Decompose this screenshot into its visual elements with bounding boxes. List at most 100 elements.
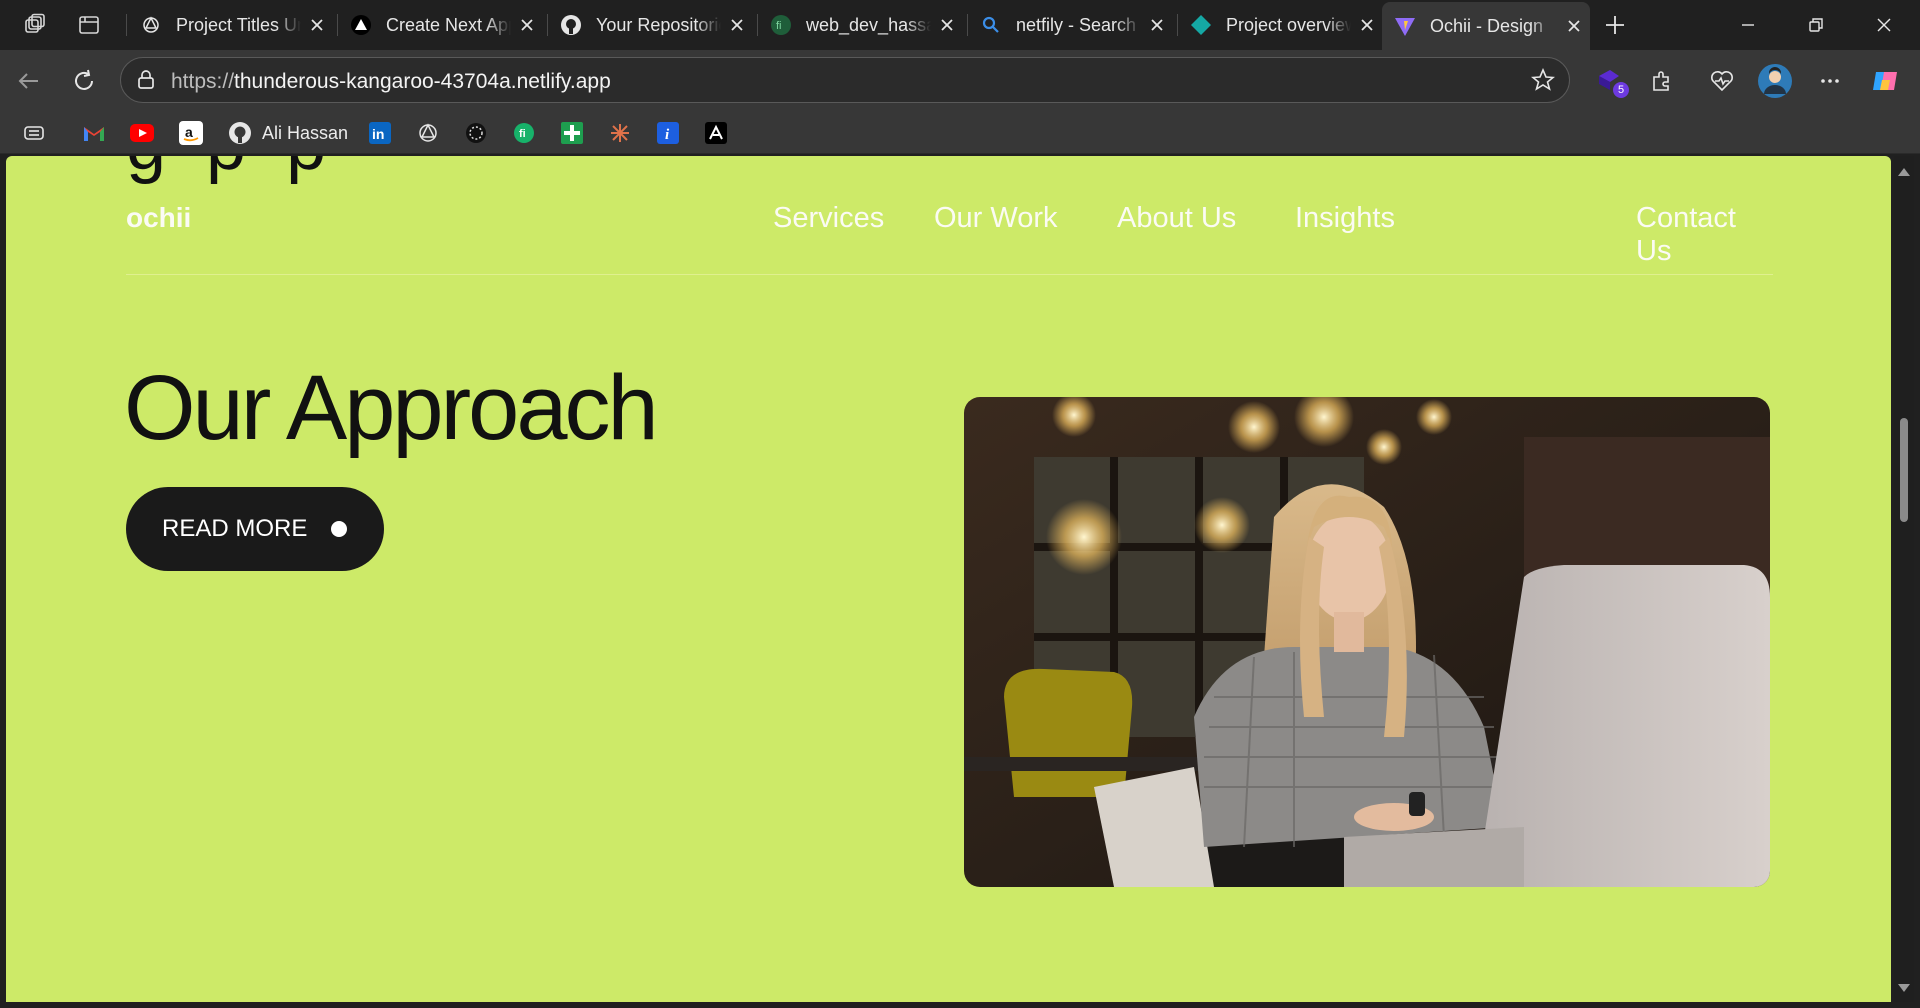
tab-separator [126, 14, 127, 36]
close-icon[interactable] [937, 15, 957, 35]
close-icon[interactable] [1147, 15, 1167, 35]
address-bar[interactable]: https://thunderous-kangaroo-43704a.netli… [120, 57, 1570, 103]
netlify-icon [1190, 14, 1212, 36]
close-icon[interactable] [307, 15, 327, 35]
bookmarks-bar: a Ali Hassan in fi i [0, 112, 1920, 154]
url-protocol: https:// [171, 70, 235, 93]
tab-web-dev-hassan[interactable]: fi web_dev_hassan [758, 6, 963, 44]
extension-collection-icon[interactable]: 5 [1593, 64, 1629, 98]
url-text[interactable]: https://thunderous-kangaroo-43704a.netli… [171, 70, 611, 94]
close-icon[interactable] [517, 15, 537, 35]
bookmark-arc[interactable] [704, 120, 728, 146]
vite-icon [1394, 15, 1416, 37]
svg-text:a: a [185, 124, 193, 140]
extensions-puzzle-icon[interactable] [1645, 64, 1679, 98]
tab-title: Ochii - Design [1430, 15, 1544, 36]
bookmark-fi[interactable]: fi [512, 120, 536, 146]
claude-icon [608, 121, 632, 145]
tab-ochii-design[interactable]: Ochii - Design [1382, 2, 1590, 50]
browser-toolbar: https://thunderous-kangaroo-43704a.netli… [0, 50, 1920, 112]
triangle-icon [350, 14, 372, 36]
bookmark-claude[interactable] [608, 120, 632, 146]
svg-text:in: in [372, 126, 384, 142]
tab-title: Your Repositories [596, 14, 721, 35]
tab-your-repositories[interactable]: Your Repositories [548, 6, 753, 44]
read-more-button[interactable]: READ MORE [126, 487, 384, 571]
tab-title: Create Next App [386, 14, 511, 35]
tab-bar: Project Titles Ur Create Next App Your R… [0, 0, 1920, 50]
copilot-icon[interactable] [1868, 64, 1902, 98]
woman-with-laptop-photo [964, 397, 1770, 887]
bookmark-github-ali-hassan[interactable]: Ali Hassan [228, 120, 348, 146]
tab-project-titles[interactable]: Project Titles Ur [128, 6, 333, 44]
workspaces-icon[interactable] [18, 9, 52, 41]
page-viewport: g p p ochii Services Our Work About Us I… [6, 156, 1891, 1002]
scroll-down-arrow-icon[interactable] [1898, 984, 1910, 992]
openai-icon [416, 121, 440, 145]
nav-insights[interactable]: Insights [1295, 202, 1395, 235]
bookmark-perplexity[interactable] [464, 120, 488, 146]
dot-icon [331, 521, 347, 537]
tab-title: web_dev_hassan [806, 14, 931, 35]
back-arrow-icon[interactable] [12, 64, 46, 98]
site-logo[interactable]: ochii [126, 202, 191, 234]
bookmark-amazon[interactable]: a [179, 120, 203, 146]
youtube-icon [130, 121, 154, 145]
bookmark-reader[interactable] [22, 120, 46, 146]
lock-icon[interactable] [135, 69, 157, 96]
section-heading: Our Approach [124, 357, 659, 459]
tab-title: Project Titles Ur [176, 14, 301, 35]
arc-icon [704, 121, 728, 145]
svg-text:fi: fi [776, 20, 782, 32]
url-host: thunderous-kangaroo-43704a.netlify.app [234, 70, 611, 93]
refresh-icon[interactable] [67, 64, 101, 98]
vertical-tabs-icon[interactable] [72, 9, 106, 41]
favorite-star-icon[interactable] [1530, 67, 1556, 97]
openai-icon [140, 14, 162, 36]
svg-text:fi: fi [519, 128, 526, 140]
minimize-icon[interactable] [1716, 6, 1780, 44]
perplexity-icon [464, 121, 488, 145]
nav-about-us[interactable]: About Us [1117, 202, 1236, 235]
bookmark-youtube[interactable] [130, 120, 154, 146]
nav-contact-us[interactable]: Contact Us [1636, 202, 1773, 268]
page-scrollbar[interactable] [1894, 156, 1914, 1002]
close-icon[interactable] [1357, 15, 1377, 35]
tab-title: Project overview [1226, 14, 1351, 35]
bookmark-info[interactable]: i [656, 120, 680, 146]
tab-title: netfily - Search [1016, 14, 1137, 35]
tab-netfily-search[interactable]: netfily - Search [968, 6, 1173, 44]
window-close-icon[interactable] [1852, 6, 1916, 44]
tab-create-next-app[interactable]: Create Next App [338, 6, 543, 44]
extensions-badge: 5 [1613, 82, 1629, 98]
scrollbar-thumb[interactable] [1900, 418, 1908, 522]
bookmark-sheets[interactable] [560, 120, 584, 146]
github-icon [228, 121, 252, 145]
fi-icon: fi [770, 14, 792, 36]
info-icon: i [656, 121, 680, 145]
linkedin-icon: in [368, 121, 392, 145]
sheets-plus-icon [560, 121, 584, 145]
tab-project-overview[interactable]: Project overview [1178, 6, 1383, 44]
close-icon[interactable] [727, 15, 747, 35]
bookmark-openai[interactable] [416, 120, 440, 146]
more-options-icon[interactable] [1813, 64, 1847, 98]
avatar[interactable] [1758, 64, 1792, 98]
top-nav: ochii Services Our Work About Us Insight… [126, 202, 1773, 267]
nav-our-work[interactable]: Our Work [934, 202, 1058, 235]
new-tab-plus-icon[interactable] [1598, 9, 1632, 41]
search-icon [980, 14, 1002, 36]
fi-icon: fi [512, 121, 536, 145]
scroll-up-arrow-icon[interactable] [1898, 168, 1910, 176]
github-icon [560, 14, 582, 36]
restore-icon[interactable] [1784, 6, 1848, 44]
bookmark-linkedin[interactable]: in [368, 120, 392, 146]
close-icon[interactable] [1564, 16, 1584, 36]
bookmark-gmail[interactable] [82, 120, 106, 146]
previous-section-text-fragment: g p p [126, 156, 336, 186]
bookmark-label: Ali Hassan [262, 122, 349, 143]
nav-services[interactable]: Services [773, 202, 884, 235]
gmail-icon [82, 121, 106, 145]
reader-icon [22, 121, 46, 145]
browser-essentials-heart-icon[interactable] [1705, 64, 1739, 98]
